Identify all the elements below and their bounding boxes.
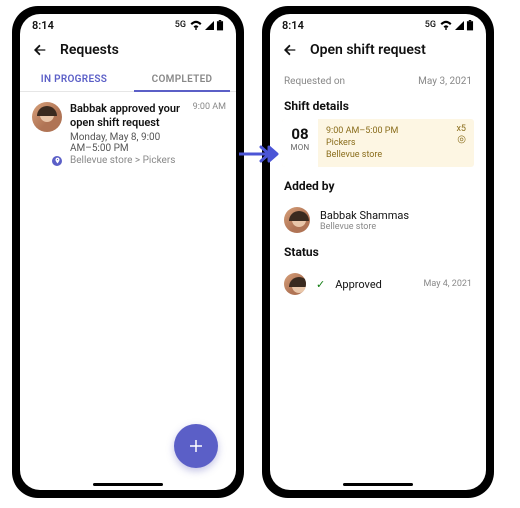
notification-title: Babbak approved your open shift request (70, 102, 181, 130)
location-icon: ◎ (456, 135, 466, 145)
status-icons: 5G (425, 20, 474, 31)
shift-time: 9:00 AM–5:00 PM (326, 125, 466, 137)
arrow-left-icon (282, 42, 298, 58)
notification-location: Bellevue store > Pickers (70, 155, 181, 166)
flow-arrow-icon (239, 144, 279, 164)
home-indicator (343, 483, 413, 486)
shift-store: Bellevue store (326, 149, 466, 161)
added-by-heading: Added by (270, 167, 486, 199)
phone-right: 8:14 5G Open shift request Requested on … (262, 6, 494, 498)
shift-details-heading: Shift details (270, 87, 486, 119)
back-button[interactable] (282, 42, 298, 58)
status-date: May 4, 2021 (424, 279, 472, 289)
header: Requests (20, 36, 236, 66)
create-request-fab[interactable] (174, 424, 218, 468)
avatar (32, 102, 62, 132)
tabs: IN PROGRESS COMPLETED (20, 66, 236, 92)
wifi-icon (440, 20, 452, 30)
notification-time: 9:00 AM (189, 102, 226, 166)
battery-icon (216, 20, 224, 31)
shift-date: 08 MON (282, 119, 318, 167)
arrow-left-icon (32, 42, 48, 58)
status-bar: 8:14 5G (270, 14, 486, 36)
header: Open shift request (270, 36, 486, 66)
avatar (284, 273, 306, 295)
shift-group: Pickers (326, 137, 466, 149)
avatar (284, 207, 310, 233)
check-icon: ✓ (316, 278, 325, 291)
requested-on-date: May 3, 2021 (418, 76, 472, 87)
plus-icon (187, 437, 205, 455)
battery-icon (466, 20, 474, 31)
added-by-store: Bellevue store (320, 222, 409, 232)
requested-on-label: Requested on (284, 76, 345, 87)
shift-day-of-week: MON (282, 143, 318, 152)
notification-item[interactable]: Babbak approved your open shift request … (20, 92, 236, 166)
clock: 8:14 (282, 19, 304, 32)
tab-in-progress[interactable]: IN PROGRESS (20, 66, 128, 91)
back-button[interactable] (32, 42, 48, 58)
shift-card[interactable]: 08 MON 9:00 AM–5:00 PM Pickers Bellevue … (282, 119, 474, 167)
added-by-name: Babbak Shammas (320, 209, 409, 222)
status-text: Approved (335, 278, 382, 291)
status-icons: 5G (175, 20, 224, 31)
signal-icon (454, 20, 464, 30)
page-title: Open shift request (310, 42, 426, 58)
status-bar: 8:14 5G (20, 14, 236, 36)
requested-on-row: Requested on May 3, 2021 (270, 66, 486, 87)
clock: 8:14 (32, 19, 54, 32)
status-row: ✓ Approved May 4, 2021 (270, 265, 486, 295)
status-heading: Status (270, 233, 486, 265)
tab-completed[interactable]: COMPLETED (128, 66, 236, 91)
added-by-row[interactable]: Babbak Shammas Bellevue store (270, 199, 486, 233)
home-indicator (93, 483, 163, 486)
phone-left: 8:14 5G Requests IN PROGRESS COMPLETED (12, 6, 244, 498)
wifi-icon (190, 20, 202, 30)
page-title: Requests (60, 42, 119, 58)
notification-subtitle: Monday, May 8, 9:00 AM–5:00 PM (70, 132, 181, 154)
shift-badge-icon (50, 154, 64, 168)
shift-day-number: 08 (282, 125, 318, 143)
signal-icon (204, 20, 214, 30)
